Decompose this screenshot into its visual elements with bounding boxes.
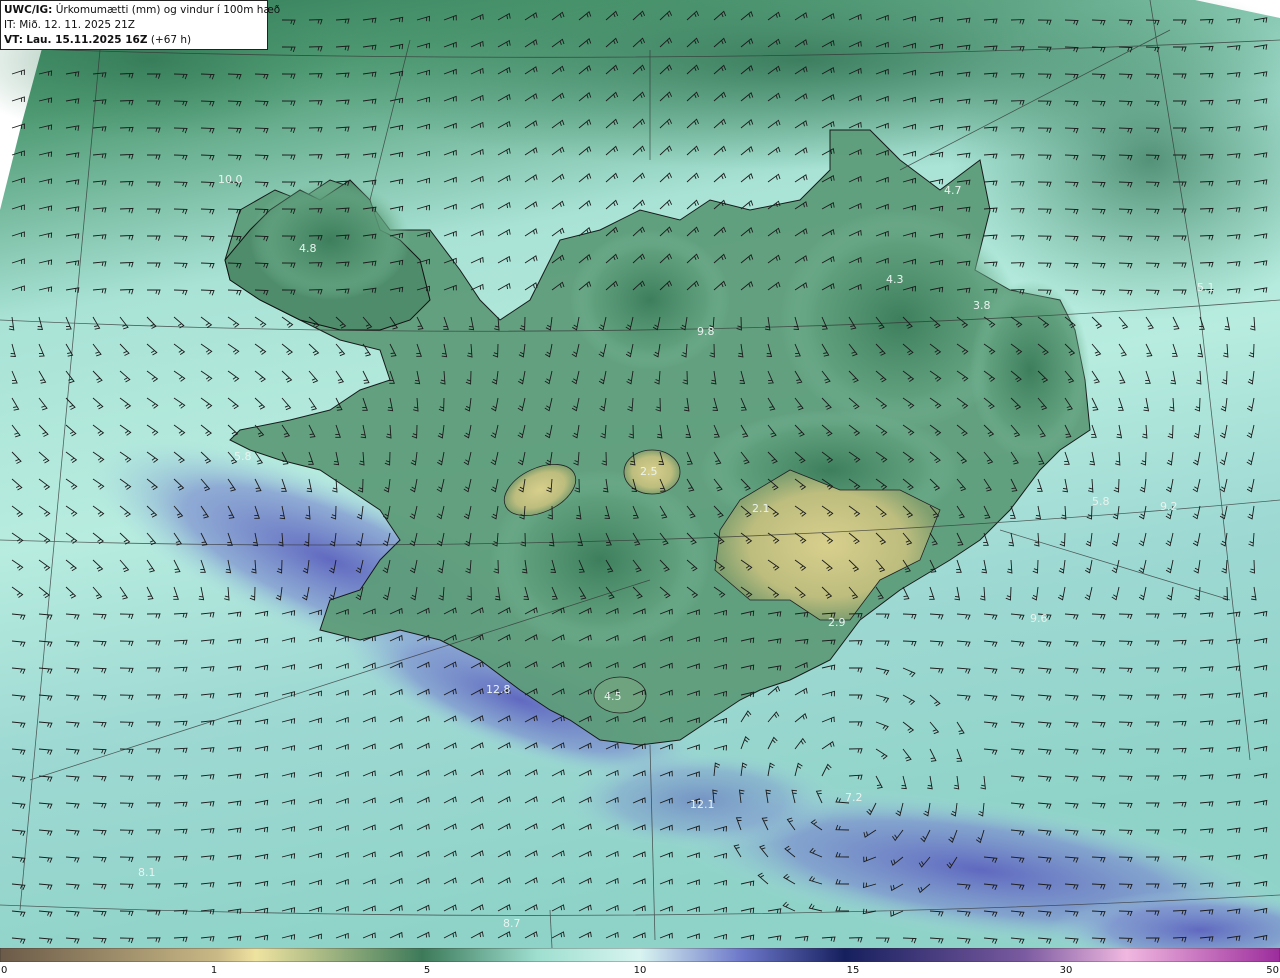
wind-speed-label: 4.7 — [944, 184, 962, 197]
init-time: IT: Mið. 12. 11. 2025 21Z — [4, 19, 135, 31]
wind-speed-label: 8.7 — [503, 917, 521, 930]
legend-tick-30: 30 — [1059, 965, 1073, 976]
wind-speed-label: 2.5 — [640, 465, 658, 478]
colorbar — [0, 948, 1280, 962]
legend-tick-15: 15 — [846, 965, 860, 976]
product-code: UWC/IG: — [4, 4, 53, 16]
map-viewport: 10.0 5.8 4.8 5.8 9.8 2.5 2.1 4.7 4.3 3.8 5.1 9.2 9.6… — [0, 0, 1280, 978]
wind-speed-label: 9.8 — [697, 325, 715, 338]
precipitation-wind-map: 10.0 5.8 4.8 5.8 9.8 2.5 2.1 4.7 4.3 3.8 5.1 9.2 9.6… — [0, 0, 1280, 948]
wind-speed-label: 9.6 — [1030, 612, 1048, 625]
wind-speed-label: 2.9 — [828, 616, 846, 629]
valid-time: Lau. 15.11.2025 16Z — [26, 34, 148, 46]
wind-speed-label: 7.2 — [845, 791, 863, 804]
legend-tick-50: 50 — [1266, 965, 1279, 976]
legend-tick-5: 5 — [423, 965, 431, 976]
lead-time: (+67 h) — [150, 34, 192, 46]
legend-tick-1: 1 — [210, 965, 218, 976]
map-title: Úrkomumætti (mm) og vindur í 100m hæð — [55, 4, 281, 16]
valid-label: VT: — [4, 34, 23, 46]
wind-speed-label: 5.1 — [1197, 281, 1215, 294]
wind-speed-label: 12.8 — [486, 683, 511, 696]
wind-speed-label: 10.0 — [218, 173, 243, 186]
wind-speed-label: 5.8 — [234, 450, 252, 463]
legend-tick-10: 10 — [633, 965, 647, 976]
wind-speed-label: 8.1 — [138, 866, 156, 879]
wind-speed-label: 4.8 — [299, 242, 317, 255]
legend-tick-0: 0 — [1, 965, 8, 976]
wind-speed-label: 12.1 — [690, 798, 715, 811]
wind-speed-label: 3.8 — [973, 299, 991, 312]
wind-speed-label: 5.8 — [1092, 495, 1110, 508]
map-header: UWC/IG: Úrkomumætti (mm) og vindur í 100… — [0, 0, 280, 50]
wind-speed-label: 2.1 — [752, 502, 770, 515]
wind-speed-label: 4.3 — [886, 273, 904, 286]
wind-speed-label: 9.2 — [1160, 500, 1178, 513]
colorbar-legend: 0 1 5 10 15 30 50 — [0, 948, 1280, 978]
wind-speed-label: 4.5 — [604, 690, 622, 703]
